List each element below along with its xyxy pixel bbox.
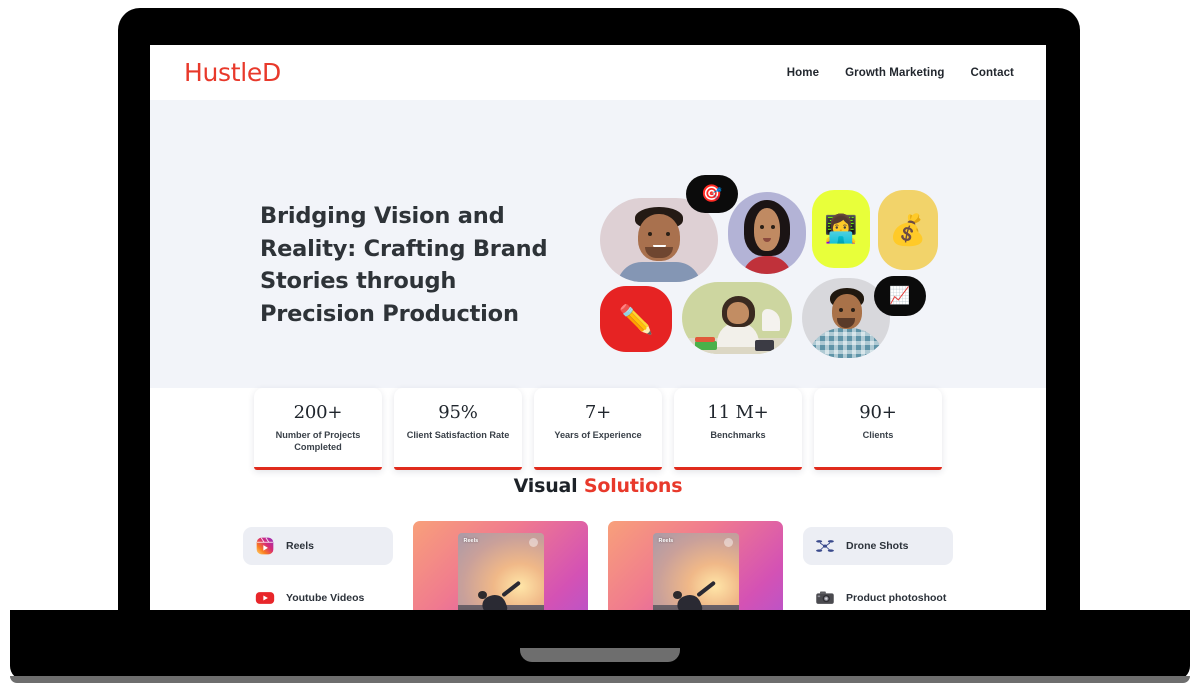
youtube-icon — [255, 588, 275, 608]
stat-label: Client Satisfaction Rate — [406, 430, 510, 440]
speech-bubble-chart: 📈 — [874, 276, 926, 316]
solution-chip-label: Reels — [286, 540, 315, 552]
speech-bubble-target: 🎯 — [686, 175, 738, 213]
section-title-accent: Solutions — [583, 475, 683, 497]
hero-title-line-4: Precision Production — [260, 300, 519, 327]
stat-value: 11 M+ — [707, 402, 769, 423]
stat-accent-bar — [254, 467, 382, 470]
stats-row: 200+ Number of Projects Completed 95% Cl… — [150, 388, 1046, 470]
laptop-trackpad-notch — [520, 648, 680, 662]
reels-label: Reels — [658, 538, 674, 544]
collage-photo-woman-desk — [682, 282, 792, 354]
hero-title-line-2: Reality: Crafting Brand — [260, 235, 548, 262]
solution-chip-drone-shots[interactable]: Drone Shots — [803, 527, 953, 565]
avatar — [728, 192, 806, 274]
avatar — [723, 538, 733, 547]
thumbnail-dancer — [666, 580, 721, 610]
stat-card-satisfaction[interactable]: 95% Client Satisfaction Rate — [394, 388, 522, 470]
nav-links: Home Growth Marketing Contact — [787, 67, 1014, 79]
collage-photo-woman-smiling — [728, 192, 806, 274]
stat-card-projects[interactable]: 200+ Number of Projects Completed — [254, 388, 382, 470]
browser-screen: HustleD Home Growth Marketing Contact Br… — [150, 45, 1046, 610]
section-title: Visual Solutions — [150, 475, 1046, 497]
reels-preview-thumbnail: Reels — [457, 533, 544, 610]
collage-emoji-pencil: ✏️ — [600, 286, 672, 352]
collage-emoji-money-bag: 💰 — [878, 190, 938, 270]
solutions-left-chips: Reels Youtube Videos — [243, 521, 393, 610]
hero-title-line-1: Bridging Vision and — [260, 203, 505, 229]
solution-video-card-1[interactable]: Reels — [413, 521, 588, 610]
solution-chip-label: Product photoshoot — [846, 592, 947, 604]
stat-value: 90+ — [859, 402, 897, 423]
solution-chip-youtube-videos[interactable]: Youtube Videos — [243, 579, 393, 610]
reels-label: Reels — [463, 538, 479, 544]
stat-label: Number of Projects Completed — [275, 430, 361, 453]
stat-card-clients[interactable]: 90+ Clients — [814, 388, 942, 470]
stat-accent-bar — [534, 467, 662, 470]
stat-value: 7+ — [584, 402, 612, 423]
solution-chip-label: Drone Shots — [846, 540, 909, 552]
laptop-base-edge — [10, 676, 1190, 683]
stat-card-experience[interactable]: 7+ Years of Experience — [534, 388, 662, 470]
screenshot-stage: HustleD Home Growth Marketing Contact Br… — [0, 0, 1200, 695]
solution-chip-product-photoshoot[interactable]: Product photoshoot — [803, 579, 953, 610]
site-logo[interactable]: HustleD — [184, 58, 281, 87]
instagram-reels-icon — [255, 536, 275, 556]
stat-accent-bar — [814, 467, 942, 470]
hero-collage: 👩‍💻 💰 ✏️ — [590, 175, 950, 358]
stat-label: Clients — [862, 430, 894, 440]
hero-title-line-3: Stories through — [260, 268, 457, 295]
stat-card-benchmarks[interactable]: 11 M+ Benchmarks — [674, 388, 802, 470]
stat-label: Benchmarks — [710, 430, 766, 440]
nav-link-growth-marketing[interactable]: Growth Marketing — [845, 67, 944, 79]
solution-video-card-2[interactable]: Reels — [608, 521, 783, 610]
solutions-grid: Reels Youtube Videos Reels Reels Drone S… — [150, 521, 1046, 610]
page-title: Bridging Vision and Reality: Crafting Br… — [260, 200, 550, 331]
site-navbar: HustleD Home Growth Marketing Contact — [150, 45, 1046, 100]
hero-text-block: Bridging Vision and Reality: Crafting Br… — [260, 200, 550, 331]
stat-value: 95% — [438, 402, 478, 423]
solutions-right-chips: Drone Shots Product photoshoot — [803, 521, 953, 610]
solution-chip-reels[interactable]: Reels — [243, 527, 393, 565]
avatar — [528, 538, 538, 547]
stat-accent-bar — [674, 467, 802, 470]
laptop-base — [10, 610, 1190, 680]
collage-emoji-laptop-person: 👩‍💻 — [812, 190, 870, 268]
section-title-plain: Visual — [513, 475, 584, 497]
visual-solutions-section: Visual Solutions Reels Youtube Videos Re… — [150, 475, 1046, 610]
drone-icon — [815, 536, 835, 556]
stat-value: 200+ — [293, 402, 343, 423]
nav-link-home[interactable]: Home — [787, 67, 819, 79]
avatar — [682, 282, 792, 354]
camera-icon — [815, 588, 835, 608]
stat-label: Years of Experience — [554, 430, 642, 440]
hero-section: Bridging Vision and Reality: Crafting Br… — [150, 100, 1046, 388]
stat-accent-bar — [394, 467, 522, 470]
solution-chip-label: Youtube Videos — [286, 592, 365, 604]
reels-preview-thumbnail: Reels — [652, 533, 739, 610]
thumbnail-dancer — [471, 580, 526, 610]
nav-link-contact[interactable]: Contact — [970, 67, 1014, 79]
